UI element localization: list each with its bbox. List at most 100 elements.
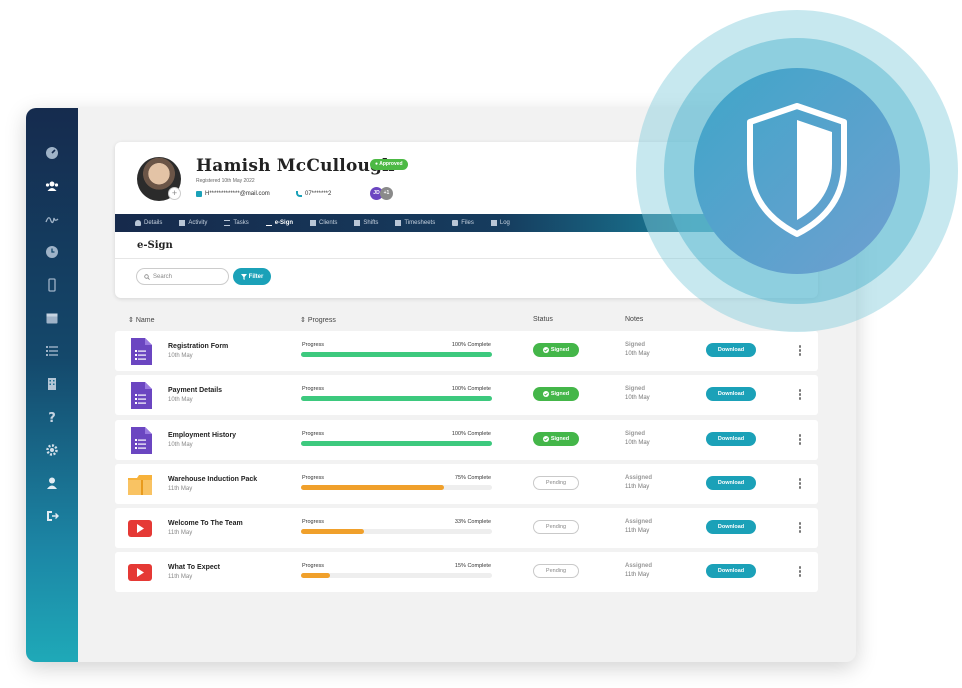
log-icon bbox=[490, 220, 497, 226]
video-icon bbox=[128, 515, 152, 542]
search-input[interactable]: Search bbox=[136, 268, 229, 285]
mobile-icon[interactable] bbox=[42, 275, 62, 295]
search-placeholder: Search bbox=[153, 273, 173, 280]
document-name[interactable]: Welcome To The Team bbox=[168, 520, 243, 527]
signature-icon[interactable] bbox=[42, 209, 62, 229]
tab-e-sign[interactable]: e-Sign bbox=[265, 220, 294, 226]
tab-label: Files bbox=[461, 220, 474, 226]
progress-label: Progress bbox=[302, 431, 325, 437]
document-row[interactable]: Registration Form 10th May Progress 100% Co… bbox=[115, 331, 818, 371]
progress-fill bbox=[301, 485, 445, 490]
viewer-more-badge[interactable]: +1 bbox=[380, 187, 393, 200]
document-name[interactable]: Registration Form bbox=[168, 343, 228, 350]
document-date: 11th May bbox=[168, 486, 193, 492]
email-contact[interactable]: H*************@mail.com bbox=[196, 191, 270, 197]
download-button[interactable]: Download bbox=[706, 343, 756, 357]
status-pending-badge: Pending bbox=[533, 520, 579, 534]
progress-label: Progress bbox=[302, 475, 325, 481]
tab-label: Log bbox=[499, 220, 510, 226]
more-options-icon[interactable] bbox=[798, 522, 802, 534]
note-date: 10th May bbox=[625, 440, 650, 446]
filter-button[interactable]: Filter bbox=[233, 268, 271, 285]
more-options-icon[interactable] bbox=[798, 345, 802, 357]
building-icon[interactable] bbox=[42, 374, 62, 394]
document-row[interactable]: Employment History 10th May Progress 100% C… bbox=[115, 420, 818, 460]
filter-label: Filter bbox=[248, 273, 264, 280]
document-row[interactable]: Warehouse Induction Pack 11th May Progress… bbox=[115, 464, 818, 504]
progress-text: 75% Complete bbox=[454, 475, 491, 481]
column-header-status: Status bbox=[533, 316, 553, 323]
document-name[interactable]: Employment History bbox=[168, 432, 236, 439]
note-date: 10th May bbox=[625, 351, 650, 357]
progress-text: 100% Complete bbox=[451, 386, 491, 392]
status-label: Pending bbox=[545, 524, 567, 530]
progress-label: Progress bbox=[302, 563, 325, 569]
more-options-icon[interactable] bbox=[798, 566, 802, 578]
phone-contact[interactable]: 07*******2 bbox=[296, 191, 331, 197]
clients-icon bbox=[310, 220, 317, 226]
note-state: Signed bbox=[625, 431, 646, 437]
progress-bar bbox=[301, 352, 492, 357]
status-label: Signed bbox=[550, 391, 570, 397]
document-row[interactable]: What To Expect 11th May Progress 15% Comple… bbox=[115, 552, 818, 592]
clock-icon[interactable] bbox=[42, 242, 62, 262]
more-options-icon[interactable] bbox=[798, 434, 802, 446]
download-button[interactable]: Download bbox=[706, 387, 756, 401]
tab-clients[interactable]: Clients bbox=[310, 220, 337, 226]
progress-text: 100% Complete bbox=[451, 431, 491, 437]
shield-icon bbox=[747, 103, 847, 237]
column-header-name[interactable]: ⇕ Name bbox=[128, 316, 155, 324]
progress-text: 100% Complete bbox=[451, 342, 491, 348]
calendar-icon[interactable] bbox=[42, 308, 62, 328]
document-name[interactable]: What To Expect bbox=[168, 564, 220, 571]
tab-activity[interactable]: Activity bbox=[179, 220, 207, 226]
progress-bar bbox=[301, 396, 492, 401]
progress-fill bbox=[301, 529, 365, 534]
folder-icon bbox=[128, 471, 152, 498]
settings-icon[interactable] bbox=[42, 440, 62, 460]
document-date: 11th May bbox=[168, 574, 193, 580]
users-icon[interactable] bbox=[42, 176, 62, 196]
profile-icon[interactable] bbox=[42, 473, 62, 493]
list-icon[interactable] bbox=[42, 341, 62, 361]
note-state: Assigned bbox=[625, 475, 653, 481]
tab-label: Details bbox=[144, 220, 163, 226]
tab-log[interactable]: Log bbox=[490, 220, 510, 226]
logout-icon[interactable] bbox=[42, 506, 62, 526]
tab-tasks[interactable]: Tasks bbox=[224, 220, 249, 226]
dashboard-icon[interactable] bbox=[42, 143, 62, 163]
more-options-icon[interactable] bbox=[798, 389, 802, 401]
note-date: 11th May bbox=[625, 528, 650, 534]
download-button[interactable]: Download bbox=[706, 432, 756, 446]
help-icon[interactable]: ? bbox=[42, 407, 62, 427]
tab-files[interactable]: Files bbox=[452, 220, 474, 226]
more-options-icon[interactable] bbox=[798, 478, 802, 490]
download-button[interactable]: Download bbox=[706, 564, 756, 578]
progress-bar bbox=[301, 529, 492, 534]
timesheets-icon bbox=[395, 220, 402, 226]
download-button[interactable]: Download bbox=[706, 476, 756, 490]
document-name[interactable]: Payment Details bbox=[168, 387, 222, 394]
document-row[interactable]: Welcome To The Team 11th May Progress 33% C… bbox=[115, 508, 818, 548]
sidebar: ? bbox=[26, 108, 78, 662]
tab-label: e-Sign bbox=[274, 220, 294, 226]
tab-details[interactable]: Details bbox=[135, 220, 162, 226]
status-signed-badge: Signed bbox=[533, 343, 579, 357]
registered-date: Registered 10th May 2022 bbox=[196, 178, 255, 184]
download-button[interactable]: Download bbox=[706, 520, 756, 534]
tab-shifts[interactable]: Shifts bbox=[354, 220, 378, 226]
add-photo-icon[interactable]: + bbox=[168, 187, 181, 200]
column-header-progress[interactable]: ⇕ Progress bbox=[300, 316, 336, 324]
document-row[interactable]: Payment Details 10th May Progress 100% Comp… bbox=[115, 375, 818, 415]
progress-bar bbox=[301, 441, 492, 446]
note-state: Assigned bbox=[625, 519, 653, 525]
tab-timesheets[interactable]: Timesheets bbox=[395, 220, 435, 226]
tasks-icon bbox=[224, 220, 231, 226]
status-signed-badge: Signed bbox=[533, 387, 579, 401]
document-name[interactable]: Warehouse Induction Pack bbox=[168, 476, 257, 483]
status-label: Signed bbox=[550, 347, 570, 353]
check-icon bbox=[542, 391, 549, 397]
status-signed-badge: Signed bbox=[533, 432, 579, 446]
form-icon bbox=[128, 382, 152, 409]
tab-label: Activity bbox=[188, 220, 208, 226]
